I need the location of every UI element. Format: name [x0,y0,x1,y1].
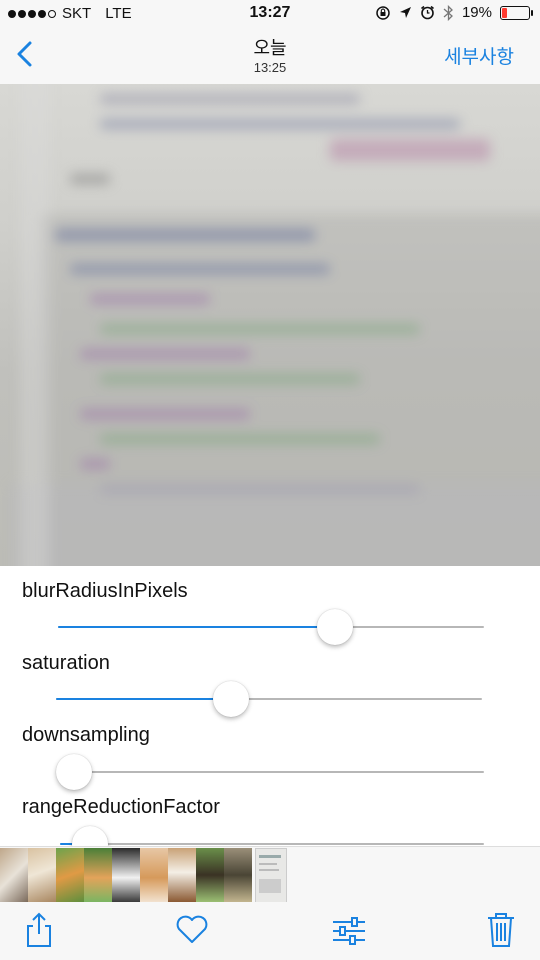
battery-icon [500,5,533,20]
trash-icon [488,913,514,947]
blurred-code-image [0,84,540,566]
blur-radius-slider[interactable] [58,609,484,645]
photo-thumbnail[interactable] [224,848,252,902]
status-bar: SKT LTE 13:27 19% [0,0,540,28]
rotation-lock-icon [376,5,390,20]
adjust-button[interactable] [332,912,366,948]
location-arrow-icon [399,7,411,18]
photo-thumbnail[interactable] [112,848,140,902]
battery-percent: 19% [461,4,492,21]
slider-label-downsampling: downsampling [22,724,150,746]
photo-thumbnail[interactable] [140,848,168,902]
heart-icon [176,915,208,943]
photo-thumbnail[interactable] [168,848,196,902]
bluetooth-icon [443,4,453,21]
photo-preview[interactable] [0,84,540,566]
saturation-slider[interactable] [56,681,482,717]
slider-label-range-reduction: rangeReductionFactor [22,796,220,818]
downsampling-slider[interactable] [56,754,484,790]
slider-thumb[interactable] [71,826,108,846]
sliders-icon [333,917,365,945]
photo-thumbnail[interactable] [0,848,28,902]
slider-fill [56,698,231,700]
alarm-icon [420,5,434,20]
current-photo-thumbnail[interactable] [255,848,287,904]
filter-sliders-panel: blurRadiusInPixels saturation downsampli… [0,566,540,846]
slider-label-saturation: saturation [22,652,110,674]
share-button[interactable] [22,912,56,948]
photo-thumbnail[interactable] [28,848,56,902]
thumbnail-strip[interactable] [0,846,540,904]
nav-bar: 오늘 13:25 세부사항 [0,28,540,85]
photo-thumbnail[interactable] [56,848,84,902]
status-right: 19% [375,4,533,21]
photo-thumbnail[interactable] [84,848,112,902]
slider-thumb[interactable] [56,754,92,790]
slider-thumb[interactable] [212,681,249,717]
slider-label-blur-radius: blurRadiusInPixels [22,580,188,602]
favorite-button[interactable] [175,912,209,948]
slider-fill [58,626,335,628]
range-reduction-slider[interactable] [60,826,484,846]
photo-thumbnail[interactable] [196,848,224,902]
details-button[interactable]: 세부사항 [444,42,514,69]
delete-button[interactable] [486,912,520,948]
slider-thumb[interactable] [316,609,353,645]
bottom-toolbar [0,902,540,960]
thumbnail-list [0,848,252,902]
share-icon [27,912,51,947]
